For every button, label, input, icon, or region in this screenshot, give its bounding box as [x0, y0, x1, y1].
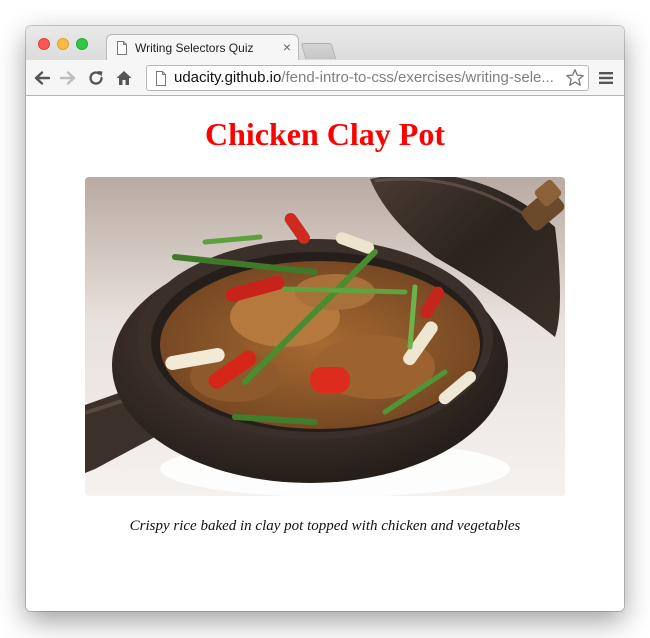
url-path: /fend-intro-to-css/exercises/writing-sel…: [281, 69, 554, 86]
new-tab-button[interactable]: [300, 43, 337, 59]
page-icon: [117, 41, 127, 55]
url-text[interactable]: udacity.github.io/fend-intro-to-css/exer…: [174, 69, 558, 87]
browser-toolbar: udacity.github.io/fend-intro-to-css/exer…: [26, 60, 624, 96]
address-bar[interactable]: udacity.github.io/fend-intro-to-css/exer…: [146, 65, 589, 91]
page-heading: Chicken Clay Pot: [205, 116, 445, 152]
clay-pot-photo: [85, 177, 565, 496]
title-bar: Writing Selectors Quiz ×: [26, 26, 624, 61]
photo-caption: Crispy rice baked in clay pot topped wit…: [129, 518, 521, 534]
page-content: Chicken Clay Pot Crispy rice baked in cl…: [26, 96, 624, 611]
minimize-window-button[interactable]: [57, 38, 69, 50]
reload-icon[interactable]: [86, 68, 106, 88]
back-arrow-icon[interactable]: [32, 68, 52, 88]
page-icon: [156, 71, 166, 86]
url-host: udacity.github.io: [174, 69, 282, 86]
tab-title: Writing Selectors Quiz: [135, 41, 254, 55]
menu-icon[interactable]: [598, 68, 614, 88]
browser-window: Writing Selectors Quiz × udacity.github.…: [26, 26, 624, 611]
forward-arrow-icon[interactable]: [58, 68, 78, 88]
bookmark-star-icon[interactable]: [565, 68, 585, 88]
maximize-window-button[interactable]: [76, 38, 88, 50]
tab-close-icon[interactable]: ×: [283, 38, 291, 56]
close-window-button[interactable]: [38, 38, 50, 50]
tab-writing-selectors-quiz[interactable]: Writing Selectors Quiz ×: [106, 34, 299, 61]
home-icon[interactable]: [114, 68, 134, 88]
